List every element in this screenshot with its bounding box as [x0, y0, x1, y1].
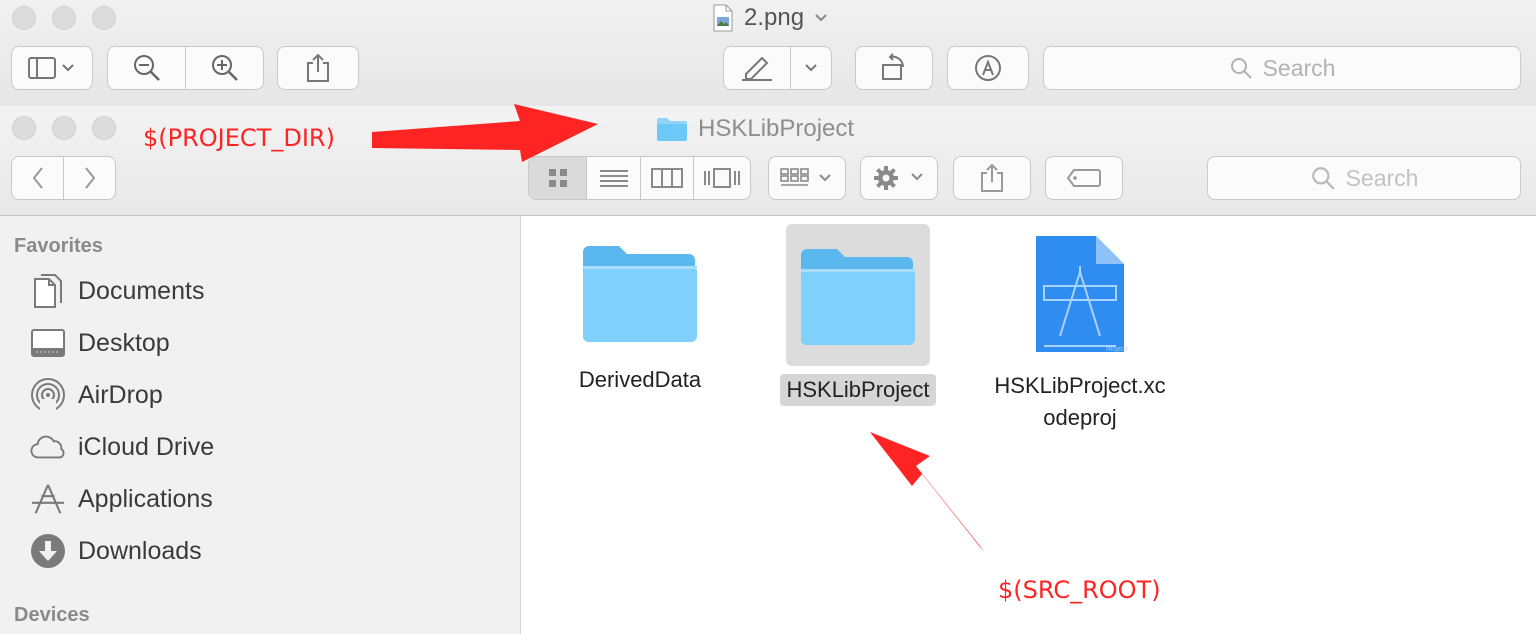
annotation-arrows: [372, 104, 984, 552]
src-root-arrow: [870, 432, 984, 552]
src-root-label: $(SRC_ROOT): [998, 576, 1161, 604]
project-dir-arrow: [372, 104, 598, 162]
project-dir-label: $(PROJECT_DIR): [143, 124, 335, 152]
